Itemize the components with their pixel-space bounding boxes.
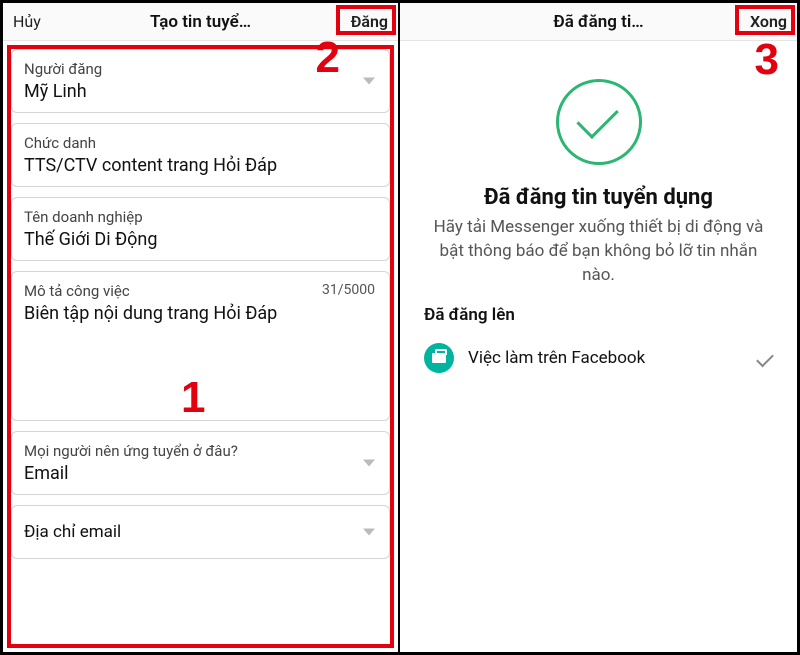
posted-screen: Đã đăng ti… Xong Đã đăng tin tuyển dụng … [400,3,797,652]
email-field[interactable]: Địa chỉ email [11,505,390,559]
post-button[interactable]: Đăng [328,12,388,31]
poster-field[interactable]: Người đăng Mỹ Linh [11,49,390,113]
apply-where-field[interactable]: Mọi người nên ứng tuyển ở đâu? Email [11,431,390,495]
description-value: Biên tập nội dung trang Hỏi Đáp [24,303,377,324]
company-label: Tên doanh nghiệp [24,208,377,226]
chevron-down-icon [363,460,375,467]
briefcase-icon [424,343,454,373]
job-title-label: Chức danh [24,134,377,152]
poster-label: Người đăng [24,60,377,78]
apply-where-label: Mọi người nên ứng tuyển ở đâu? [24,442,377,460]
company-field[interactable]: Tên doanh nghiệp Thế Giới Di Động [11,197,390,261]
job-title-field[interactable]: Chức danh TTS/CTV content trang Hỏi Đáp [11,123,390,187]
email-label: Địa chỉ email [24,522,121,542]
success-area: Đã đăng tin tuyển dụng Hãy tải Messenger… [400,41,797,287]
description-counter: 31/5000 [322,282,375,298]
success-title: Đã đăng tin tuyển dụng [424,185,773,210]
create-job-screen: Hủy Tạo tin tuyể… Đăng Người đăng Mỹ Lin… [3,3,400,652]
check-icon [756,350,774,368]
posted-destination-row[interactable]: Việc làm trên Facebook [400,333,797,383]
chevron-down-icon [363,78,375,85]
poster-value: Mỹ Linh [24,81,377,102]
company-value: Thế Giới Di Động [24,229,377,250]
right-header: Đã đăng ti… Xong [400,3,797,41]
apply-where-value: Email [24,463,377,484]
done-button[interactable]: Xong [727,12,787,31]
right-header-title: Đã đăng ti… [470,12,727,32]
success-subtitle: Hãy tải Messenger xuống thiết bị di động… [424,216,773,287]
posted-destination-text: Việc làm trên Facebook [468,348,757,368]
job-form: Người đăng Mỹ Linh Chức danh TTS/CTV con… [3,41,398,577]
left-header-title: Tạo tin tuyể… [73,12,328,32]
description-field[interactable]: Mô tả công việc 31/5000 Biên tập nội dun… [11,271,390,421]
posted-to-label: Đã đăng lên [400,287,797,333]
success-check-icon [556,79,642,165]
job-title-value: TTS/CTV content trang Hỏi Đáp [24,155,377,176]
screens-container: Hủy Tạo tin tuyể… Đăng Người đăng Mỹ Lin… [3,3,797,652]
cancel-button[interactable]: Hủy [13,12,73,31]
chevron-down-icon [363,529,375,536]
left-header: Hủy Tạo tin tuyể… Đăng [3,3,398,41]
checkmark-icon [576,97,618,139]
